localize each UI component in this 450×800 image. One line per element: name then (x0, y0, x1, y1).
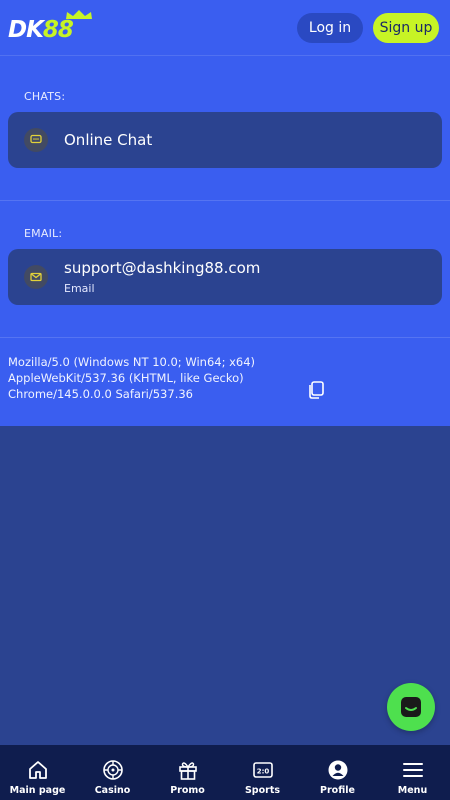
nav-label: Profile (320, 785, 355, 796)
divider (0, 200, 450, 201)
login-button[interactable]: Log in (297, 13, 363, 43)
nav-label: Main page (9, 785, 66, 796)
support-panel: DK88 Log in Sign up CHATS: Online Chat E… (0, 0, 450, 426)
gift-icon (178, 762, 197, 780)
nav-label: Menu (397, 785, 428, 796)
logo[interactable]: DK88 (8, 10, 94, 44)
email-section-label: EMAIL: (24, 227, 63, 240)
user-agent-text: Mozilla/5.0 (Windows NT 10.0; Win64; x64… (8, 355, 256, 401)
nav-label: Casino (94, 785, 131, 796)
user-icon (328, 760, 347, 780)
header: DK88 Log in Sign up (0, 0, 450, 56)
nav-item-casino[interactable]: Casino (75, 745, 150, 800)
email-address[interactable]: support@dashking88.com (64, 259, 260, 277)
online-chat-label: Online Chat (64, 131, 153, 149)
roulette-icon (102, 760, 123, 780)
email-card[interactable]: support@dashking88.com Email (8, 249, 442, 305)
chat-bubble-icon (24, 128, 48, 152)
svg-text:2:0: 2:0 (256, 768, 269, 776)
nav-item-sports[interactable]: 2:0 Sports (225, 745, 300, 800)
online-chat-card[interactable]: Online Chat (8, 112, 442, 168)
signup-button[interactable]: Sign up (373, 13, 439, 43)
chats-section-label: CHATS: (24, 90, 66, 103)
live-chat-button[interactable] (387, 683, 435, 731)
nav-label: Sports (244, 785, 281, 796)
email-sublabel: Email (64, 282, 95, 295)
logo-text-88: 88 (42, 17, 74, 43)
nav-label: Promo (170, 785, 205, 796)
hamburger-icon (402, 763, 423, 777)
chat-icon (401, 697, 421, 717)
nav-item-menu[interactable]: Menu (375, 745, 450, 800)
bottom-nav: Main page Casino Promo 2:0 Sports Profil… (0, 745, 450, 800)
logo-text-dk: DK (8, 17, 44, 43)
nav-item-promo[interactable]: Promo (150, 745, 225, 800)
home-icon (28, 761, 47, 779)
scoreboard-icon: 2:0 (252, 762, 273, 778)
nav-item-profile[interactable]: Profile (300, 745, 375, 800)
nav-item-main-page[interactable]: Main page (0, 745, 75, 800)
copy-icon[interactable] (306, 380, 326, 400)
divider (0, 337, 450, 338)
logo-text: DK88 (8, 16, 74, 44)
envelope-icon (24, 265, 48, 289)
